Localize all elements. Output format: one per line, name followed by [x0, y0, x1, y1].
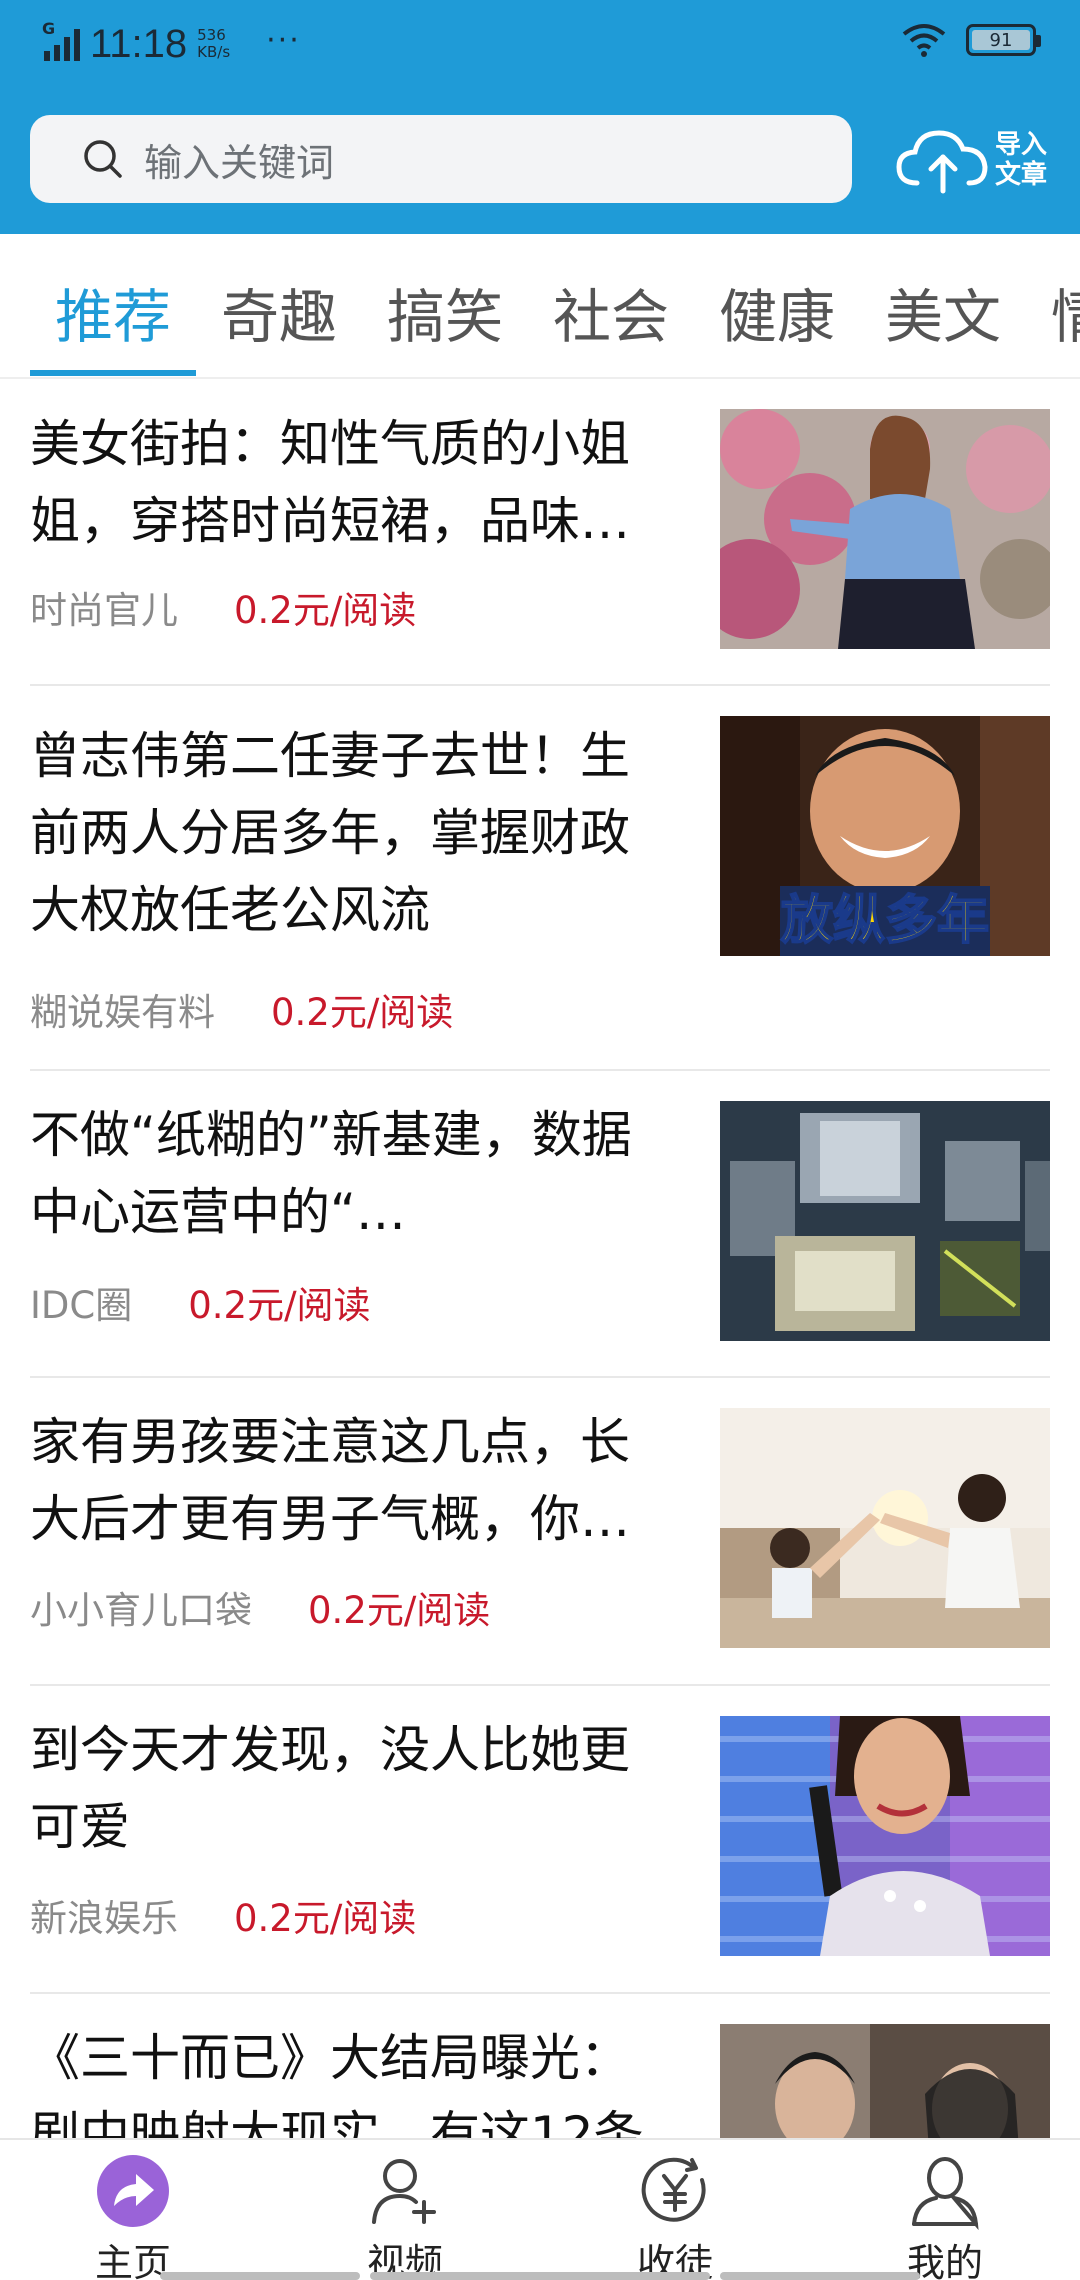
article-source: 小小育儿口袋	[30, 1589, 252, 1632]
import-label: 导入文章	[995, 129, 1048, 190]
signal-icon: G	[42, 19, 80, 61]
tab-essay[interactable]: 美文	[885, 270, 1001, 354]
article-meta: 糊说娱有料 0.2元/阅读	[30, 982, 453, 1036]
nav-home-label: 主页	[94, 2241, 171, 2280]
nav-mine[interactable]: 我的	[870, 2152, 1020, 2280]
status-bar: G 11:18 536 KB/s ··· 91	[0, 0, 1080, 92]
home-arrow-icon	[97, 2155, 169, 2227]
article-thumbnail	[720, 1716, 1050, 1956]
more-notifications-icon: ···	[266, 22, 301, 58]
gesture-bar	[370, 2272, 710, 2280]
article-title: 不做“纸糊的”新基建，数据中心运营中的“…	[30, 1106, 632, 1241]
search-input[interactable]: 输入关键词	[30, 115, 852, 203]
article-source: 新浪娱乐	[30, 1897, 178, 1940]
article-item[interactable]: 不做“纸糊的”新基建，数据中心运营中的“… IDC圈 0.2元/阅读	[30, 1071, 1050, 1378]
search-placeholder: 输入关键词	[144, 140, 335, 185]
article-source: IDC圈	[30, 1284, 133, 1327]
gesture-bar	[720, 2272, 920, 2280]
article-reward: 0.2元/阅读	[234, 1897, 417, 1940]
clock: 11:18	[90, 21, 188, 66]
speed-value: 536	[197, 26, 226, 44]
user-icon	[912, 2157, 979, 2230]
nav-apprentice[interactable]: 收徒	[600, 2152, 750, 2280]
category-tabs: 推荐 奇趣 搞笑 社会 健康 美文 情	[0, 234, 1080, 379]
article-meta: 新浪娱乐 0.2元/阅读	[30, 1888, 416, 1942]
article-title: 到今天才发现，没人比她更可爱	[30, 1721, 630, 1856]
article-thumbnail: 放纵多年	[720, 716, 1050, 956]
bottom-navigation: 主页 视频 收徒 我的	[0, 2138, 1080, 2280]
cloud-upload-icon	[896, 129, 988, 193]
gesture-bar	[160, 2272, 360, 2280]
import-article-button[interactable]: 导入文章	[895, 122, 1055, 197]
article-title: 《三十而已》大结局曝光：剧中映射大现实，有这12条	[30, 2029, 644, 2138]
nav-video[interactable]: 视频	[330, 2152, 480, 2280]
article-thumbnail	[720, 1408, 1050, 1648]
article-item[interactable]: 家有男孩要注意这几点，长大后才更有男子气概，你… 小小育儿口袋 0.2元/阅读	[30, 1378, 1050, 1686]
wifi-icon	[902, 24, 946, 57]
battery-level: 91	[989, 29, 1013, 51]
speed-unit: KB/s	[197, 43, 231, 61]
article-meta: 小小育儿口袋 0.2元/阅读	[30, 1580, 490, 1634]
status-left: G 11:18 536 KB/s ···	[42, 18, 301, 70]
search-icon	[84, 140, 122, 178]
tab-funny[interactable]: 搞笑	[387, 270, 503, 354]
network-speed: 536 KB/s	[197, 27, 230, 61]
article-source: 时尚官儿	[30, 589, 178, 632]
article-source: 糊说娱有料	[30, 991, 215, 1034]
active-tab-indicator	[30, 370, 196, 376]
article-title: 曾志伟第二任妻子去世！生前两人分居多年，掌握财政大权放任老公风流	[30, 727, 630, 939]
article-item[interactable]: 美女街拍：知性气质的小姐姐，穿搭时尚短裙，品味… 时尚官儿 0.2元/阅读	[30, 400, 1050, 686]
battery-icon: 91	[966, 24, 1041, 56]
article-title: 美女街拍：知性气质的小姐姐，穿搭时尚短裙，品味…	[30, 415, 630, 550]
article-reward: 0.2元/阅读	[234, 589, 417, 632]
add-user-icon	[372, 2159, 436, 2224]
status-right: 91	[900, 22, 1041, 58]
article-meta: 时尚官儿 0.2元/阅读	[30, 580, 416, 634]
article-title: 家有男孩要注意这几点，长大后才更有男子气概，你…	[30, 1413, 630, 1548]
article-item[interactable]: 《三十而已》大结局曝光：剧中映射大现实，有这12条	[30, 1994, 1050, 2138]
tab-health[interactable]: 健康	[719, 270, 835, 354]
thumbnail-caption: 放纵多年	[781, 891, 989, 951]
app-header: G 11:18 536 KB/s ··· 91 输入关键词 导入文章	[0, 0, 1080, 234]
article-thumbnail	[720, 409, 1050, 649]
article-item[interactable]: 曾志伟第二任妻子去世！生前两人分居多年，掌握财政大权放任老公风流 糊说娱有料 0…	[30, 686, 1050, 1071]
article-thumbnail	[720, 1101, 1050, 1341]
article-reward: 0.2元/阅读	[271, 991, 454, 1034]
network-type: G	[42, 19, 56, 38]
yuan-icon	[641, 2157, 706, 2222]
tab-recommend[interactable]: 推荐	[55, 270, 171, 354]
tab-fun[interactable]: 奇趣	[221, 270, 337, 354]
article-item[interactable]: 到今天才发现，没人比她更可爱 新浪娱乐 0.2元/阅读	[30, 1686, 1050, 1994]
nav-home[interactable]: 主页	[58, 2152, 208, 2280]
tab-emotion[interactable]: 情	[1051, 270, 1080, 354]
article-thumbnail	[720, 2024, 1050, 2138]
article-meta: IDC圈 0.2元/阅读	[30, 1275, 371, 1329]
article-reward: 0.2元/阅读	[188, 1284, 371, 1327]
tab-society[interactable]: 社会	[553, 270, 669, 354]
article-reward: 0.2元/阅读	[308, 1589, 491, 1632]
